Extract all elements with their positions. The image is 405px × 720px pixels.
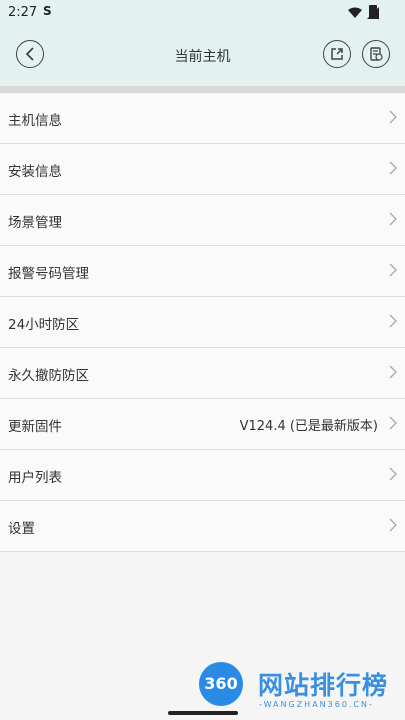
share-icon	[331, 48, 343, 60]
battery-icon	[369, 5, 377, 18]
menu-item-label: 报警号码管理	[8, 266, 89, 282]
chevron-right-icon	[389, 416, 397, 430]
menu-item-permanent-disarm-zone[interactable]: 永久撤防防区	[0, 348, 405, 399]
menu-item-label: 24小时防区	[8, 317, 80, 333]
chevron-right-icon	[389, 161, 397, 175]
menu-item-install-info[interactable]: 安装信息	[0, 144, 405, 195]
watermark-logo: 360	[199, 662, 243, 706]
home-indicator[interactable]	[168, 711, 238, 715]
document-icon	[370, 47, 383, 61]
menu-item-label: 永久撤防防区	[8, 368, 89, 384]
menu-item-alarm-numbers[interactable]: 报警号码管理	[0, 246, 405, 297]
firmware-version: V124.4 (已是最新版本)	[239, 419, 378, 434]
notification-s-icon: S	[43, 4, 52, 18]
menu-item-label: 主机信息	[8, 113, 62, 129]
status-bar: 2:27 S	[0, 0, 405, 26]
watermark-title: 网站排行榜	[258, 671, 389, 700]
header-divider	[0, 86, 405, 93]
menu-item-label: 场景管理	[8, 215, 62, 231]
chevron-right-icon	[389, 110, 397, 124]
menu-item-label: 更新固件	[8, 419, 62, 435]
settings-list: 主机信息 安装信息 场景管理 报警号码管理 24小时防区 永久撤防防区 更新固件…	[0, 93, 405, 552]
wifi-icon	[348, 7, 363, 18]
chevron-right-icon	[389, 263, 397, 277]
menu-item-24h-zone[interactable]: 24小时防区	[0, 297, 405, 348]
menu-item-settings[interactable]: 设置	[0, 501, 405, 552]
menu-item-host-info[interactable]: 主机信息	[0, 93, 405, 144]
menu-item-user-list[interactable]: 用户列表	[0, 450, 405, 501]
chevron-right-icon	[389, 467, 397, 481]
menu-item-scene-management[interactable]: 场景管理	[0, 195, 405, 246]
watermark: 360 网站排行榜 -WANGZHAN360.CN-	[195, 658, 405, 716]
watermark-subtitle: -WANGZHAN360.CN-	[259, 700, 374, 709]
menu-item-label: 设置	[8, 521, 35, 537]
chevron-right-icon	[389, 314, 397, 328]
log-button[interactable]	[362, 40, 390, 68]
chevron-right-icon	[389, 365, 397, 379]
menu-item-firmware-update[interactable]: 更新固件 V124.4 (已是最新版本)	[0, 399, 405, 450]
menu-item-label: 安装信息	[8, 164, 62, 180]
status-time: 2:27	[8, 5, 38, 20]
top-app-bar: 当前主机	[0, 26, 405, 86]
share-button[interactable]	[323, 40, 351, 68]
chevron-right-icon	[389, 518, 397, 532]
chevron-right-icon	[389, 212, 397, 226]
menu-item-label: 用户列表	[8, 470, 62, 486]
